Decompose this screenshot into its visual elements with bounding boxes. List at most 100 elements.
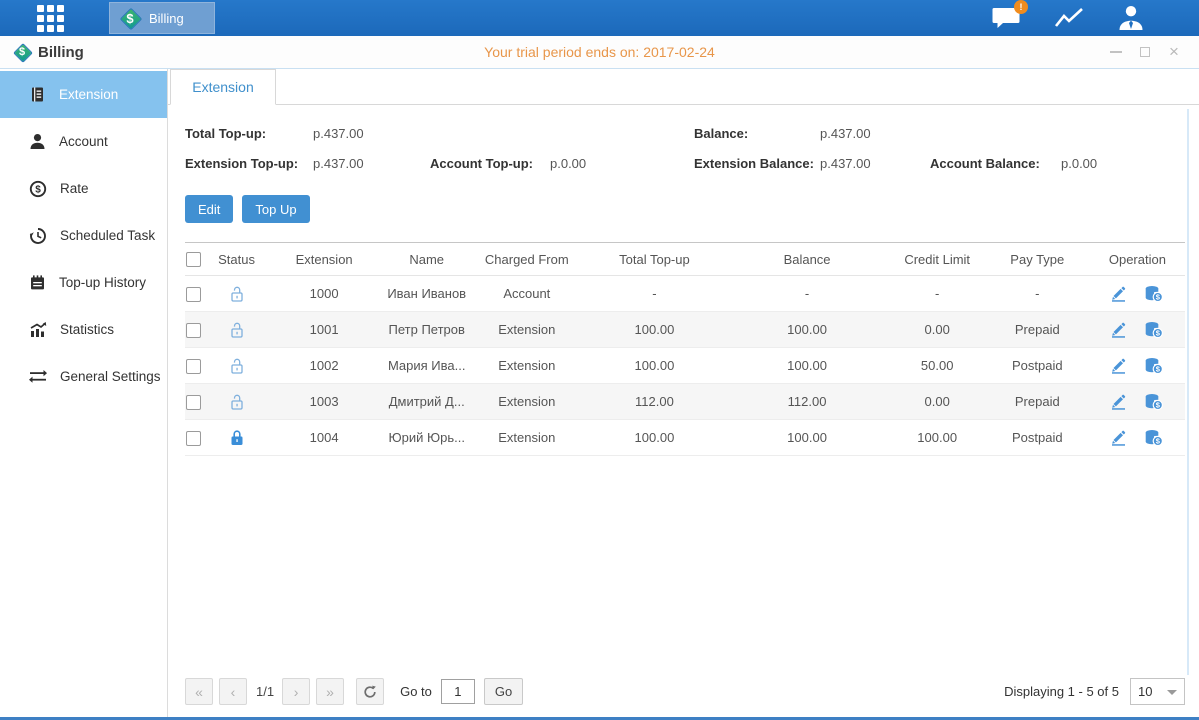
topbar-tab-label: Billing <box>149 11 184 26</box>
lock-open-icon <box>229 393 245 411</box>
table-header-row: Status Extension Name Charged From Total… <box>185 243 1185 276</box>
balance-summary: Total Top-up: p.437.00 Balance: p.437.00… <box>185 126 1185 186</box>
topbar-tab-billing[interactable]: $ Billing <box>109 2 215 34</box>
trial-period-message: Your trial period ends on: 2017-02-24 <box>0 44 1199 60</box>
status-lock-icon <box>229 393 245 408</box>
page-size-value: 10 <box>1138 684 1152 699</box>
row-checkbox[interactable] <box>186 287 201 302</box>
edit-pencil-icon <box>1110 393 1127 410</box>
select-all-checkbox[interactable] <box>186 252 201 267</box>
lock-open-icon <box>229 357 245 375</box>
tab-extension[interactable]: Extension <box>170 69 276 105</box>
chevron-down-icon <box>1167 690 1177 695</box>
messages-button[interactable]: ! <box>991 6 1021 31</box>
next-page-button[interactable]: › <box>282 678 310 705</box>
row-edit-button[interactable] <box>1110 321 1127 338</box>
row-edit-button[interactable] <box>1110 429 1127 446</box>
statistics-bars-icon <box>29 321 47 338</box>
extension-topup-label: Extension Top-up: <box>185 156 313 171</box>
page-size-select[interactable]: 10 <box>1130 678 1185 705</box>
row-topup-button[interactable]: $ <box>1144 429 1164 447</box>
column-header-pay-type: Pay Type <box>985 243 1090 276</box>
topup-coins-icon: $ <box>1144 285 1164 303</box>
line-chart-icon <box>1054 6 1084 30</box>
row-topup-button[interactable]: $ <box>1144 285 1164 303</box>
row-topup-button[interactable]: $ <box>1144 357 1164 375</box>
prev-page-button[interactable]: ‹ <box>219 678 247 705</box>
app-launcher-grid-icon[interactable] <box>37 5 64 32</box>
topup-coins-icon: $ <box>1144 321 1164 339</box>
row-edit-button[interactable] <box>1110 393 1127 410</box>
titlebar: $ Billing Your trial period ends on: 201… <box>0 36 1199 69</box>
status-lock-icon <box>229 357 245 372</box>
sidebar-item-scheduled-task[interactable]: Scheduled Task <box>0 212 167 259</box>
maximize-button[interactable] <box>1138 45 1152 59</box>
sidebar-item-label: Top-up History <box>59 275 146 290</box>
sidebar: Extension Account $ Rate <box>0 69 168 717</box>
top-up-button[interactable]: Top Up <box>242 195 309 223</box>
go-button[interactable]: Go <box>484 678 523 705</box>
account-balance-label: Account Balance: <box>930 156 1061 171</box>
edit-pencil-icon <box>1110 357 1127 374</box>
first-page-button[interactable]: « <box>185 678 213 705</box>
row-checkbox[interactable] <box>186 431 201 446</box>
sidebar-item-general-settings[interactable]: General Settings <box>0 353 167 400</box>
column-header-credit-limit: Credit Limit <box>890 243 985 276</box>
close-button[interactable]: × <box>1167 45 1181 59</box>
tab-bar: Extension <box>168 69 1199 105</box>
row-topup-button[interactable]: $ <box>1144 393 1164 411</box>
topup-coins-icon: $ <box>1144 357 1164 375</box>
minimize-button[interactable] <box>1109 45 1123 59</box>
row-topup-button[interactable]: $ <box>1144 321 1164 339</box>
lock-closed-icon <box>229 429 245 447</box>
extension-topup-value: p.437.00 <box>313 156 430 171</box>
row-checkbox[interactable] <box>186 323 201 338</box>
row-checkbox[interactable] <box>186 359 201 374</box>
sidebar-item-rate[interactable]: $ Rate <box>0 165 167 212</box>
billing-app-window: $ Billing ! <box>0 0 1199 720</box>
status-lock-icon <box>229 321 245 336</box>
total-topup-value: p.437.00 <box>313 126 364 141</box>
lock-open-icon <box>229 285 245 303</box>
column-header-status: Status <box>209 243 264 276</box>
svg-text:$: $ <box>35 184 41 195</box>
scrollbar-track[interactable] <box>1187 109 1189 675</box>
sidebar-item-statistics[interactable]: Statistics <box>0 306 167 353</box>
sidebar-item-topup-history[interactable]: Top-up History <box>0 259 167 306</box>
main-content: Extension Total Top-up: p.437.00 Balance… <box>168 69 1199 717</box>
table-row: 1001 Петр Петров Extension 100.00 100.00… <box>185 312 1185 348</box>
extension-balance-label: Extension Balance: <box>694 156 820 171</box>
topup-coins-icon: $ <box>1144 393 1164 411</box>
table-row: 1003 Дмитрий Д... Extension 112.00 112.0… <box>185 384 1185 420</box>
goto-label: Go to <box>400 684 432 699</box>
rate-dollar-icon: $ <box>29 180 47 198</box>
row-checkbox[interactable] <box>186 395 201 410</box>
sidebar-item-label: Account <box>59 134 108 149</box>
row-edit-button[interactable] <box>1110 285 1127 302</box>
table-row: 1000 Иван Иванов Account - - - - <box>185 276 1185 312</box>
topup-coins-icon: $ <box>1144 429 1164 447</box>
account-topup-value: p.0.00 <box>550 156 586 171</box>
column-header-charged-from: Charged From <box>469 243 584 276</box>
edit-button[interactable]: Edit <box>185 195 233 223</box>
topbar: $ Billing ! <box>0 0 1199 36</box>
goto-page-input[interactable] <box>441 679 475 704</box>
row-edit-button[interactable] <box>1110 357 1127 374</box>
sidebar-item-label: General Settings <box>60 369 161 384</box>
sidebar-item-label: Rate <box>60 181 89 196</box>
displaying-text: Displaying 1 - 5 of 5 <box>1004 684 1119 699</box>
sidebar-item-label: Scheduled Task <box>60 228 155 243</box>
refresh-button[interactable] <box>356 678 384 705</box>
last-page-button[interactable]: » <box>316 678 344 705</box>
extension-ledger-icon <box>29 86 46 103</box>
balance-value: p.437.00 <box>820 126 871 141</box>
status-lock-icon <box>229 285 245 300</box>
sidebar-item-account[interactable]: Account <box>0 118 167 165</box>
notification-badge: ! <box>1014 0 1028 14</box>
user-account-button[interactable] <box>1117 5 1145 31</box>
column-header-name: Name <box>384 243 469 276</box>
statistics-chart-button[interactable] <box>1054 6 1084 30</box>
sidebar-item-extension[interactable]: Extension <box>0 71 167 118</box>
refresh-icon <box>363 685 377 699</box>
sidebar-item-label: Extension <box>59 87 118 102</box>
